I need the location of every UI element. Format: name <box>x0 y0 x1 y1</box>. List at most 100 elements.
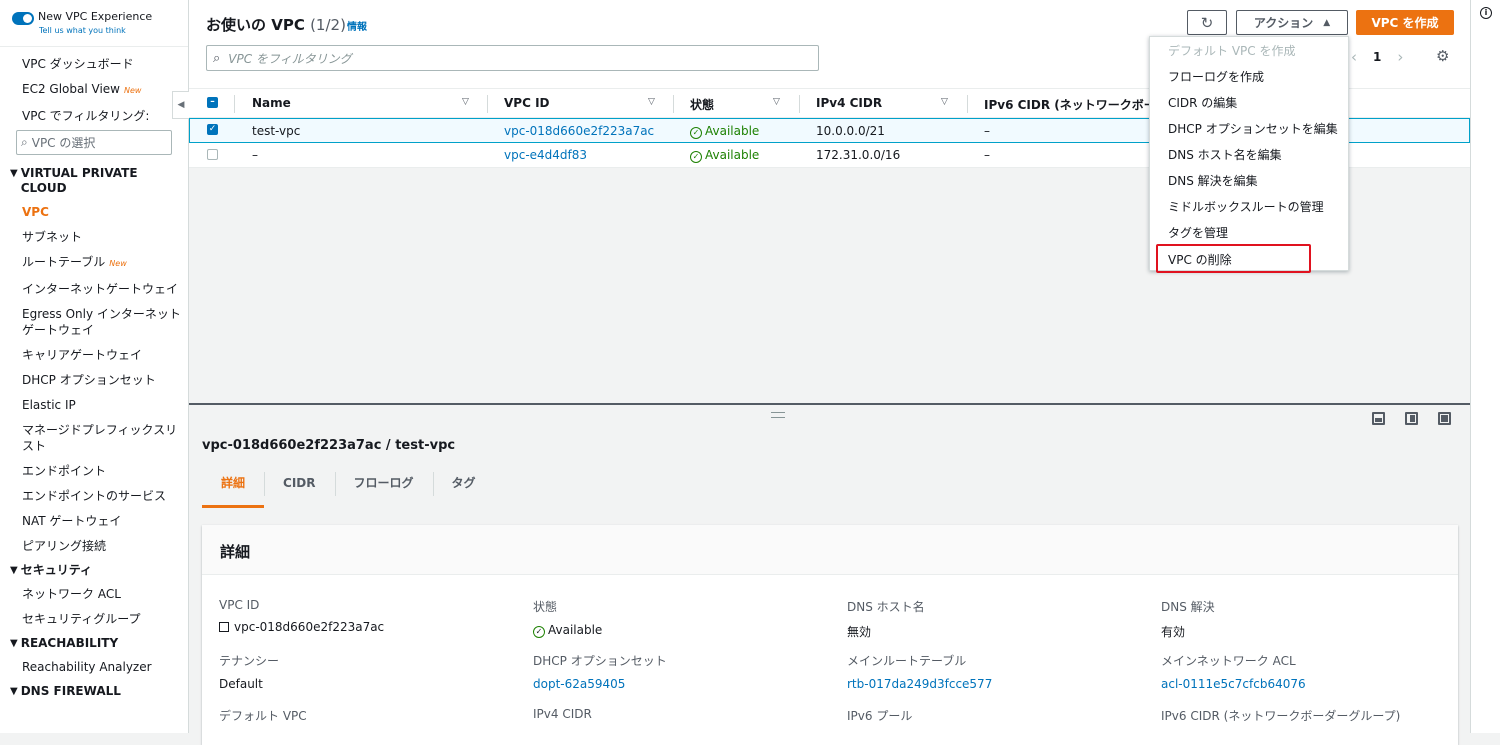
row-checkbox[interactable] <box>207 149 218 160</box>
vpc-filter-select[interactable]: ⌕ VPC の選択 <box>16 130 172 155</box>
sidebar-item-prefix-list[interactable]: マネージドプレフィックスリスト <box>0 422 188 454</box>
field-main-network-acl: メインネットワーク ACL acl-0111e5c7cfcb64076 <box>1161 652 1306 691</box>
sidebar-item-egress-igw[interactable]: Egress Only インターネットゲートウェイ <box>0 306 188 338</box>
field-main-route-table: メインルートテーブル rtb-017da249d3fcce577 <box>847 652 992 691</box>
sidebar-item-route-tables[interactable]: ルートテーブル New <box>0 254 188 272</box>
new-experience-toggle[interactable] <box>12 12 34 25</box>
menu-item-edit-dns-hostnames[interactable]: DNS ホスト名を編集 <box>1168 146 1282 163</box>
tab-cidr[interactable]: CIDR <box>264 468 334 508</box>
sidebar-item-reachability-analyzer[interactable]: Reachability Analyzer <box>0 659 188 675</box>
menu-item-manage-tags[interactable]: タグを管理 <box>1168 224 1228 241</box>
column-header-name[interactable]: Name <box>252 96 291 110</box>
next-page-icon[interactable]: › <box>1397 48 1403 66</box>
bottom-panel-icon[interactable] <box>1372 412 1385 425</box>
page-title: お使いの VPC (1/2) <box>206 14 346 35</box>
actions-button[interactable]: アクション ▲ <box>1236 10 1348 35</box>
select-all-checkbox[interactable]: – <box>207 97 218 108</box>
sidebar-item-carrier-gw[interactable]: キャリアゲートウェイ <box>0 347 188 363</box>
info-icon[interactable]: i <box>1480 7 1492 19</box>
gear-icon[interactable]: ⚙ <box>1436 47 1449 65</box>
drag-handle-icon[interactable] <box>771 412 785 418</box>
feedback-link[interactable]: Tell us what you think <box>39 26 152 35</box>
refresh-button[interactable]: ↻ <box>1187 10 1227 35</box>
section-security[interactable]: ▼ セキュリティ <box>0 563 188 578</box>
vpc-filter-placeholder: VPC の選択 <box>31 136 96 150</box>
actions-dropdown-menu: デフォルト VPC を作成 フローログを作成 CIDR の編集 DHCP オプシ… <box>1149 36 1349 273</box>
menu-item-edit-dhcp[interactable]: DHCP オプションセットを編集 <box>1168 120 1338 137</box>
check-circle-icon: ✓ <box>690 151 702 163</box>
section-dns-firewall[interactable]: ▼ DNS FIREWALL <box>0 684 188 699</box>
column-header-ipv4[interactable]: IPv4 CIDR <box>816 96 882 110</box>
column-header-vpc-id[interactable]: VPC ID <box>504 96 550 110</box>
sidebar-item-vpc[interactable]: VPC <box>0 204 188 220</box>
field-dns-hostnames: DNS ホスト名 無効 <box>847 598 925 640</box>
field-label: DNS 解決 <box>1161 600 1215 614</box>
sort-icon[interactable]: ▽ <box>773 97 780 107</box>
tab-tags[interactable]: タグ <box>432 468 495 508</box>
caret-left-icon: ◀ <box>177 100 185 110</box>
sidebar-item-dhcp[interactable]: DHCP オプションセット <box>0 372 188 388</box>
side-panel-icon[interactable] <box>1405 412 1418 425</box>
check-circle-icon: ✓ <box>533 626 545 638</box>
menu-item-edit-cidr[interactable]: CIDR の編集 <box>1168 94 1237 111</box>
vpc-name: – <box>252 148 258 162</box>
menu-item-create-flow-log[interactable]: フローログを作成 <box>1168 68 1264 85</box>
menu-item-create-default-vpc: デフォルト VPC を作成 <box>1168 44 1296 58</box>
create-vpc-button[interactable]: VPC を作成 <box>1356 10 1454 35</box>
sidebar-item-nacl[interactable]: ネットワーク ACL <box>0 586 188 602</box>
tab-flow-logs[interactable]: フローログ <box>334 468 433 508</box>
vpc-id-link[interactable]: vpc-e4d4df83 <box>504 148 587 162</box>
sort-icon[interactable]: ▽ <box>648 97 655 107</box>
row-checkbox[interactable]: ✓ <box>207 124 218 135</box>
section-vpc[interactable]: ▼ VIRTUAL PRIVATE CLOUD <box>0 166 188 196</box>
vpc-id-link[interactable]: vpc-018d660e2f223a7ac <box>504 124 654 138</box>
fullscreen-panel-icon[interactable] <box>1438 412 1451 425</box>
page-title-text: お使いの VPC <box>206 16 305 34</box>
status-badge: ✓ Available <box>690 148 759 163</box>
split-panel-divider[interactable] <box>189 403 1470 405</box>
collapse-sidebar-button[interactable]: ◀ <box>172 91 189 119</box>
sidebar-item-dashboard[interactable]: VPC ダッシュボード <box>0 56 188 72</box>
main-network-acl-link[interactable]: acl-0111e5c7cfcb64076 <box>1161 677 1306 691</box>
sidebar-item-elastic-ip[interactable]: Elastic IP <box>0 397 188 413</box>
details-tabs: 詳細 CIDR フローログ タグ <box>202 468 495 508</box>
column-header-separator <box>799 95 800 113</box>
menu-item-middlebox-routes[interactable]: ミドルボックスルートの管理 <box>1168 198 1324 215</box>
field-label: メインルートテーブル <box>847 654 967 668</box>
menu-item-delete-vpc[interactable]: VPC の削除 <box>1168 251 1232 268</box>
dhcp-options-link[interactable]: dopt-62a59405 <box>533 677 667 691</box>
search-icon: ⌕ <box>21 135 28 149</box>
field-label: 状態 <box>533 600 558 614</box>
sidebar-item-igw[interactable]: インターネットゲートウェイ <box>0 281 188 297</box>
column-header-ipv6[interactable]: IPv6 CIDR (ネットワークボーダ <box>984 96 1168 113</box>
field-value: vpc-018d660e2f223a7ac <box>219 620 384 634</box>
actions-label: アクション <box>1253 16 1314 30</box>
caret-up-icon: ▲ <box>1323 17 1331 28</box>
details-card: 詳細 VPC ID vpc-018d660e2f223a7ac 状態 ✓ Avai… <box>202 525 1458 745</box>
copy-icon[interactable] <box>219 622 229 632</box>
sort-icon[interactable]: ▽ <box>941 97 948 107</box>
sidebar-item-endpoints[interactable]: エンドポイント <box>0 463 188 479</box>
field-vpc-id: VPC ID vpc-018d660e2f223a7ac <box>219 598 384 634</box>
prev-page-icon[interactable]: ‹ <box>1351 48 1357 66</box>
field-dhcp-options: DHCP オプションセット dopt-62a59405 <box>533 652 667 691</box>
info-link[interactable]: 情報 <box>347 18 367 33</box>
vpc-id-value: vpc-018d660e2f223a7ac <box>234 620 385 634</box>
current-page[interactable]: 1 <box>1373 50 1381 64</box>
vpc-search-input[interactable]: ⌕ VPC をフィルタリング <box>206 45 819 71</box>
sidebar-item-peering[interactable]: ピアリング接続 <box>0 538 188 554</box>
sidebar-item-endpoint-services[interactable]: エンドポイントのサービス <box>0 488 188 504</box>
sidebar-item-security-groups[interactable]: セキュリティグループ <box>0 611 188 627</box>
sidebar-item-global-view[interactable]: EC2 Global View New <box>0 81 188 99</box>
column-header-state[interactable]: 状態 <box>690 96 714 113</box>
main-route-table-link[interactable]: rtb-017da249d3fcce577 <box>847 677 992 691</box>
menu-item-edit-dns-resolution[interactable]: DNS 解決を編集 <box>1168 172 1258 189</box>
sort-icon[interactable]: ▽ <box>462 97 469 107</box>
ipv4-cidr: 10.0.0.0/21 <box>816 124 885 138</box>
tab-details[interactable]: 詳細 <box>202 468 265 508</box>
sidebar-item-subnets[interactable]: サブネット <box>0 229 188 245</box>
section-reachability[interactable]: ▼ REACHABILITY <box>0 636 188 651</box>
ipv6-cidr: – <box>984 124 990 138</box>
column-separator <box>234 95 235 113</box>
sidebar-item-nat-gw[interactable]: NAT ゲートウェイ <box>0 513 188 529</box>
